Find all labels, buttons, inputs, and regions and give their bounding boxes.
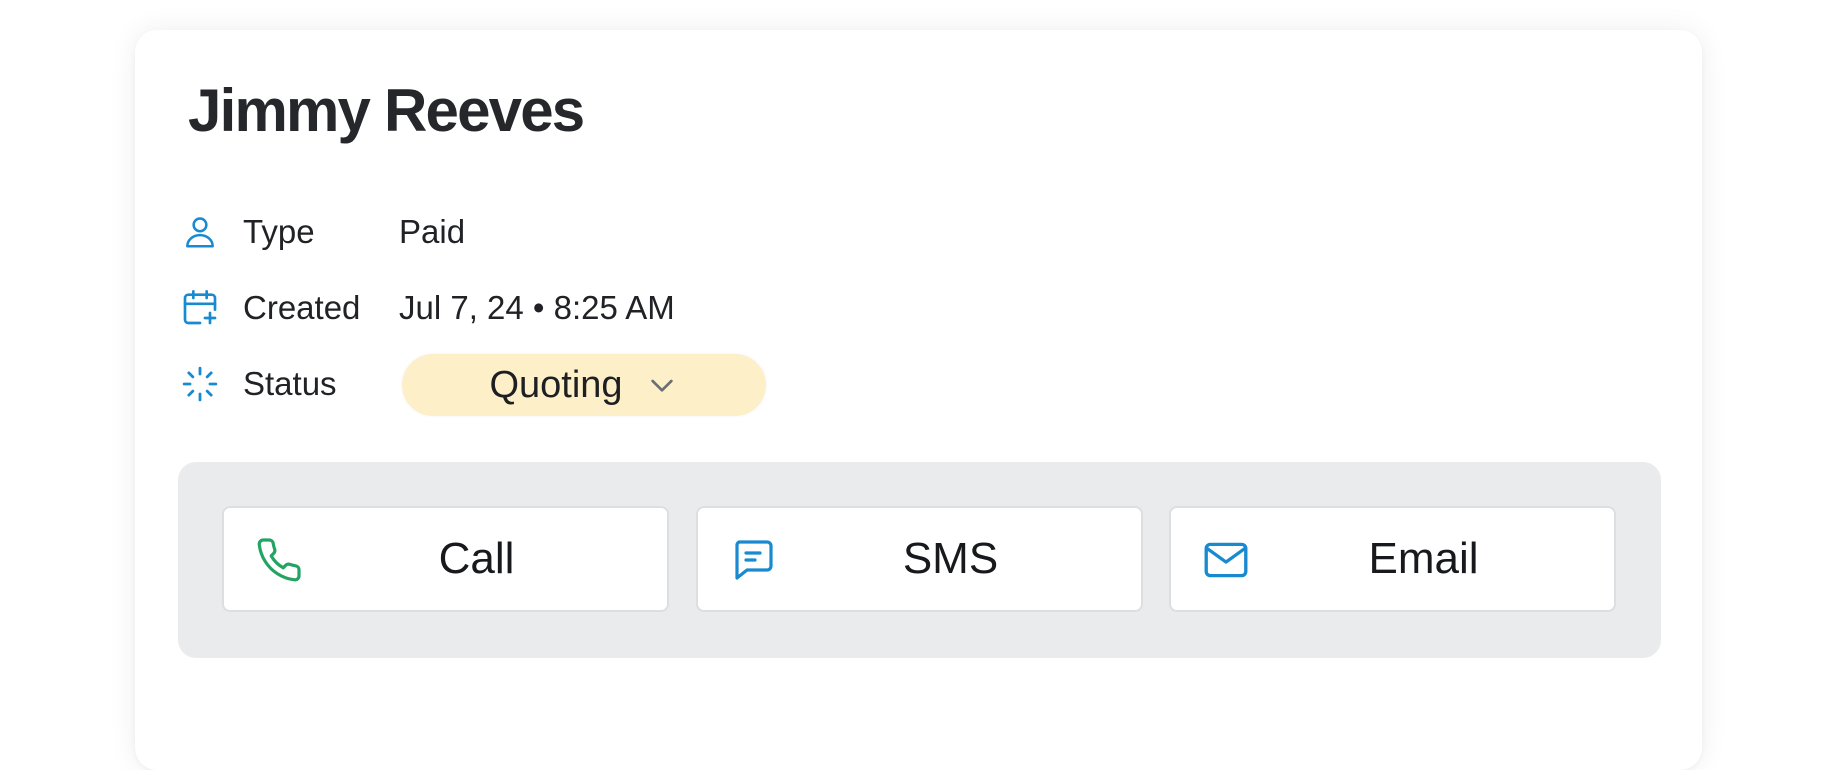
status-label: Status — [243, 365, 337, 402]
detail-row-created: Created Jul 7, 24 • 8:25 AM — [178, 284, 675, 332]
call-label: Call — [438, 534, 515, 583]
loader-icon — [178, 362, 222, 406]
type-value: Paid — [399, 213, 466, 250]
sms-button[interactable]: SMS — [696, 506, 1143, 612]
chevron-down-icon — [645, 368, 679, 402]
contact-actions-bar: Call SMS Email — [178, 462, 1661, 658]
person-icon — [178, 210, 222, 254]
status-dropdown[interactable]: Quoting — [402, 354, 766, 416]
email-label: Email — [1368, 534, 1479, 583]
type-label: Type — [243, 213, 315, 250]
calendar-plus-icon — [178, 286, 222, 330]
sms-label: SMS — [902, 534, 999, 583]
call-button[interactable]: Call — [222, 506, 669, 612]
contact-name: Jimmy Reeves — [188, 77, 585, 144]
status-value: Quoting — [489, 363, 623, 406]
created-value: Jul 7, 24 • 8:25 AM — [399, 289, 675, 326]
created-label: Created — [243, 289, 361, 326]
detail-row-status: Status Quoting — [178, 354, 766, 416]
email-button[interactable]: Email — [1169, 506, 1616, 612]
contact-card: Jimmy Reeves Type Paid Created Jul 7, 24… — [135, 30, 1702, 770]
detail-row-type: Type Paid — [178, 208, 465, 256]
